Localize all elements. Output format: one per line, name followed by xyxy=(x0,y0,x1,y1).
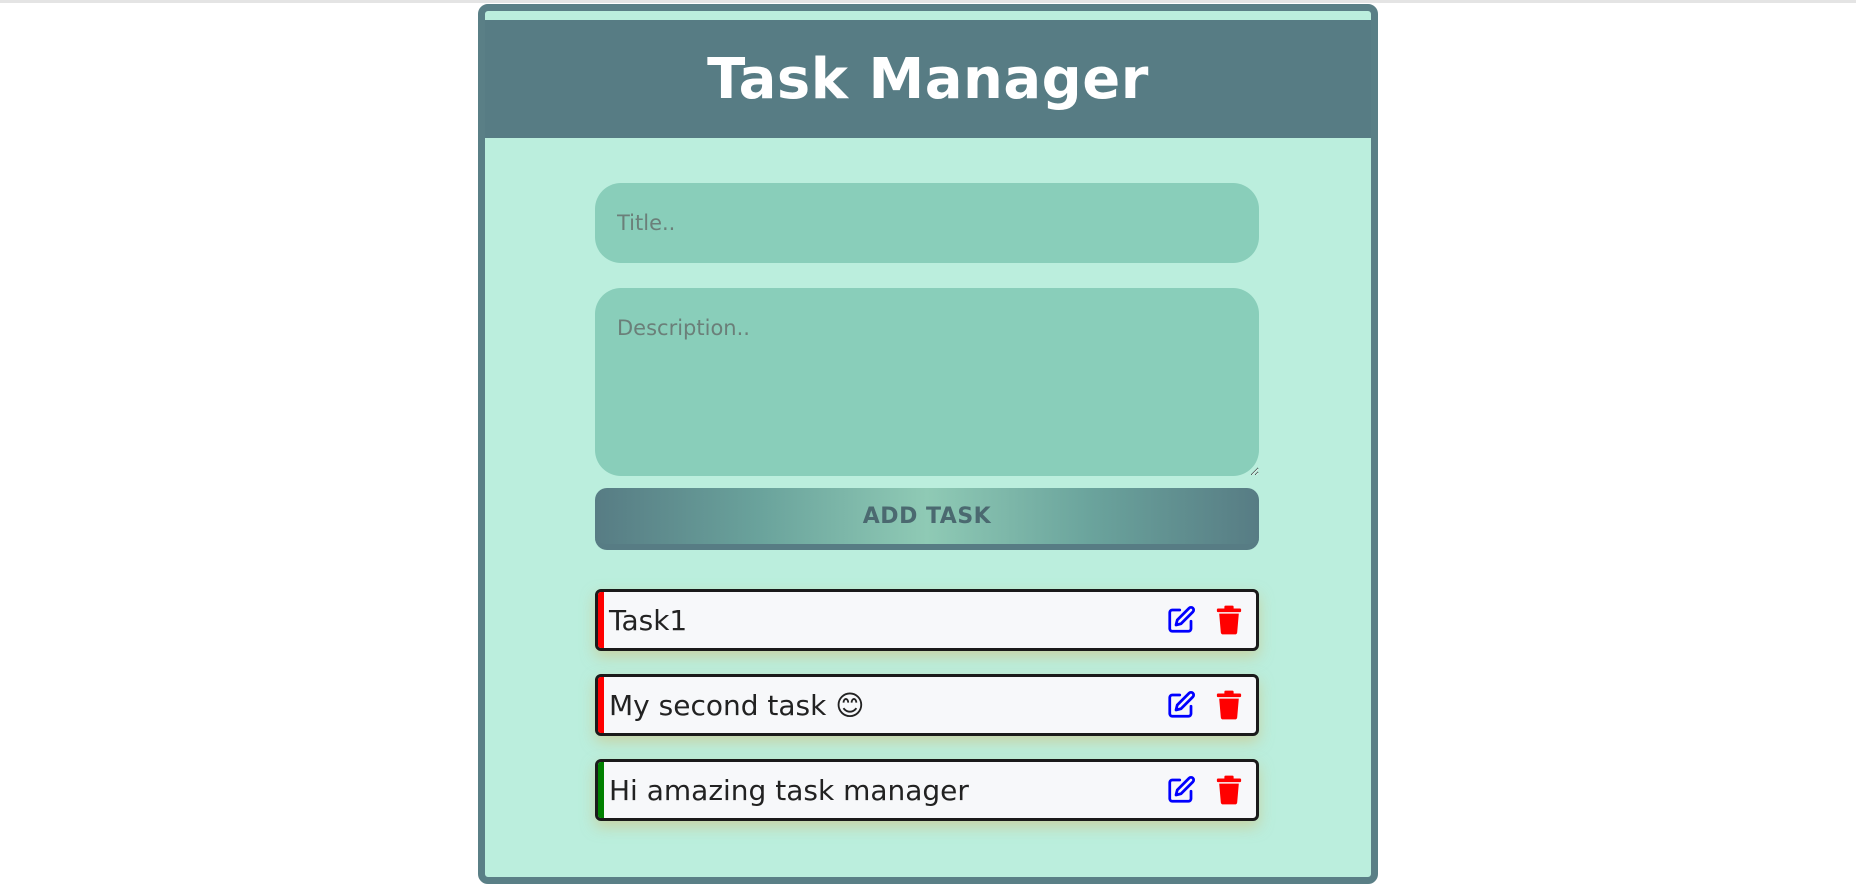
trash-icon[interactable] xyxy=(1212,688,1246,722)
task-title: Hi amazing task manager xyxy=(609,773,969,807)
task-list: Task1 My second task 😊 Hi amazing task m… xyxy=(595,589,1259,844)
edit-icon[interactable] xyxy=(1164,773,1198,807)
task-manager-app: Task Manager ADD TASK Task1 xyxy=(478,4,1378,884)
trash-icon[interactable] xyxy=(1212,773,1246,807)
add-task-button[interactable]: ADD TASK xyxy=(595,488,1259,550)
task-item: Task1 xyxy=(595,589,1259,651)
task-status-bar xyxy=(598,762,604,818)
task-item: Hi amazing task manager xyxy=(595,759,1259,821)
task-actions xyxy=(1164,688,1246,722)
edit-icon[interactable] xyxy=(1164,603,1198,637)
app-header: Task Manager xyxy=(485,20,1371,138)
trash-icon[interactable] xyxy=(1212,603,1246,637)
description-input[interactable] xyxy=(595,288,1259,476)
browser-top-border xyxy=(0,0,1856,3)
task-status-bar xyxy=(598,592,604,648)
task-status-bar xyxy=(598,677,604,733)
task-title: My second task 😊 xyxy=(609,688,865,722)
task-form: ADD TASK xyxy=(595,183,1259,550)
task-title: Task1 xyxy=(609,603,688,637)
edit-icon[interactable] xyxy=(1164,688,1198,722)
title-input[interactable] xyxy=(595,183,1259,263)
task-actions xyxy=(1164,603,1246,637)
app-top-strip xyxy=(485,11,1371,20)
task-item: My second task 😊 xyxy=(595,674,1259,736)
task-actions xyxy=(1164,773,1246,807)
page-title: Task Manager xyxy=(707,46,1149,112)
